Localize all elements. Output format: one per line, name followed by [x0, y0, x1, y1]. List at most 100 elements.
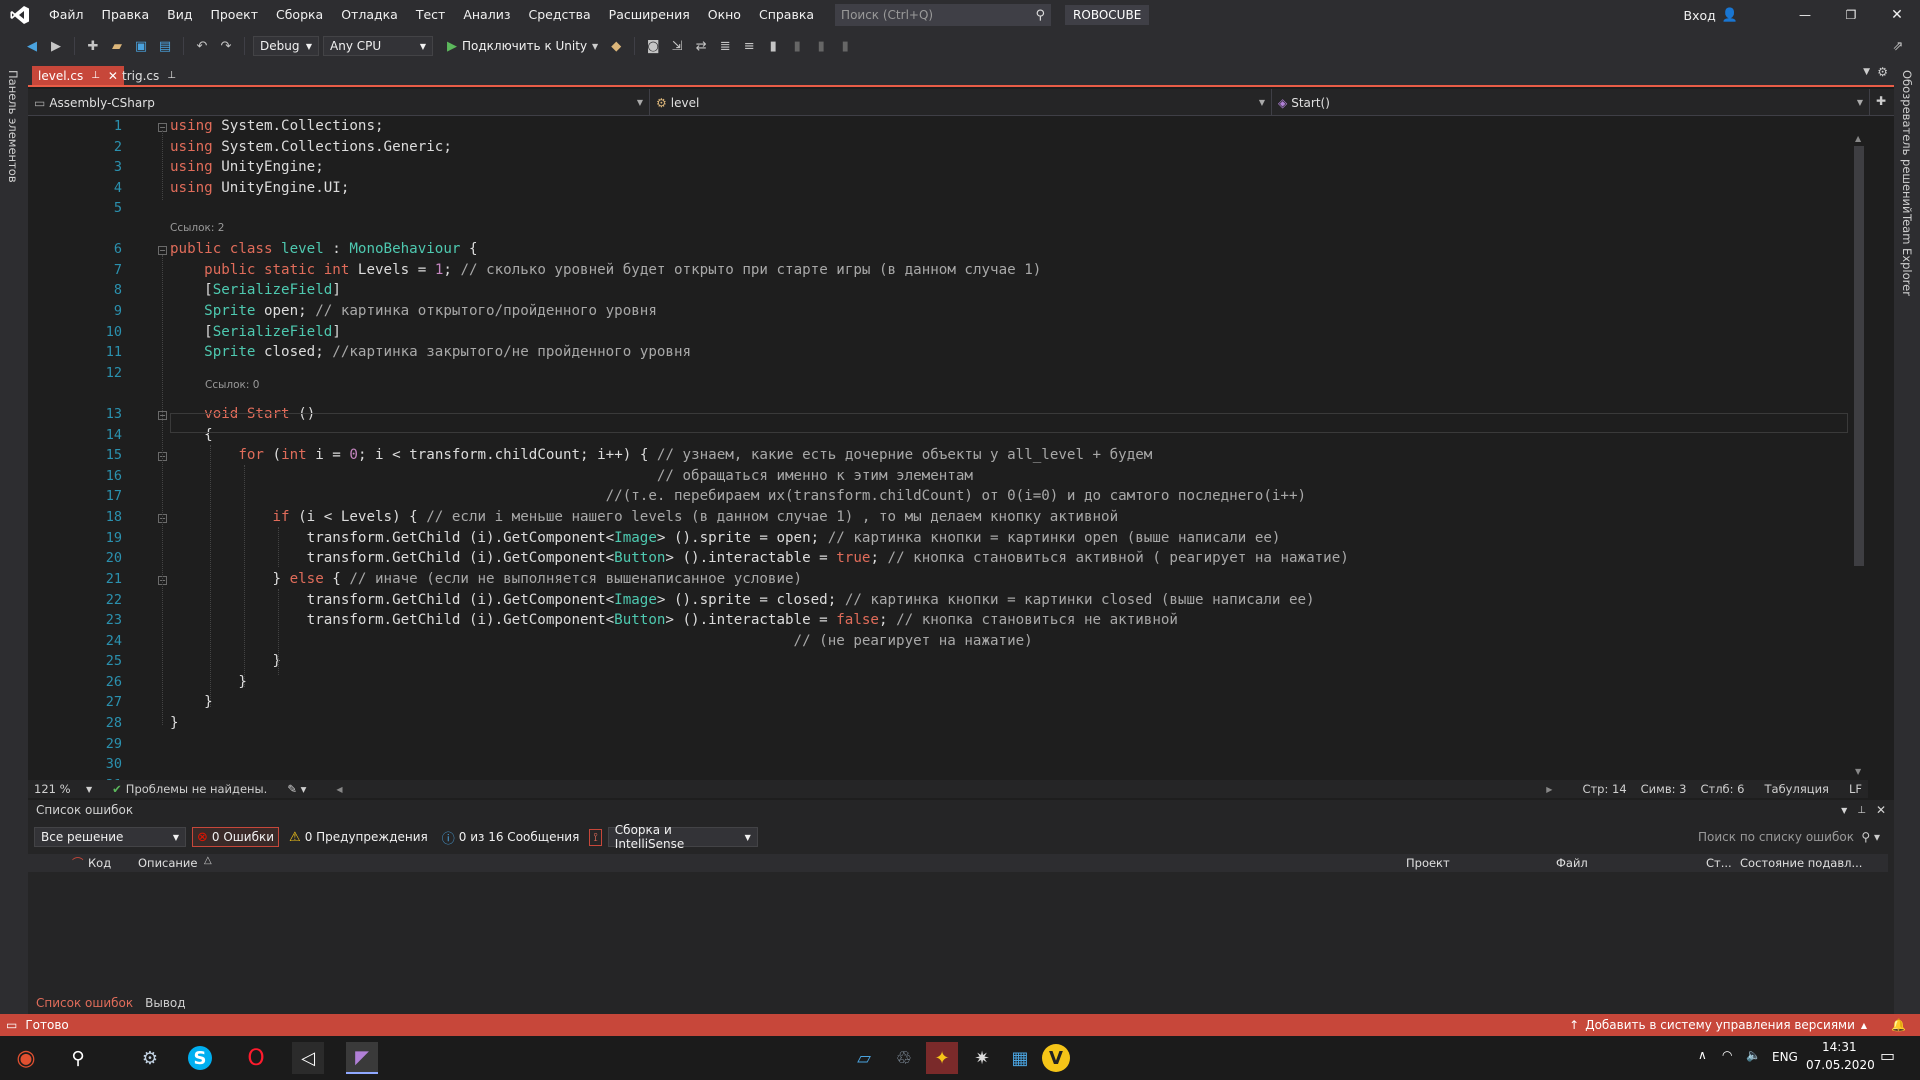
- codelens-references[interactable]: Ссылок: 0: [205, 379, 259, 391]
- code-line[interactable]: Sprite open; // картинка открытого/пройд…: [170, 301, 657, 321]
- volume-icon[interactable]: 🔈: [1746, 1048, 1761, 1062]
- code-line[interactable]: //(т.е. перебираем их(transform.childCou…: [170, 486, 1306, 506]
- brush-icon[interactable]: ✎ ▾: [287, 782, 306, 796]
- code-line[interactable]: transform.GetChild (i).GetComponent<Butt…: [170, 548, 1349, 568]
- menu-edit[interactable]: Правка: [93, 0, 159, 30]
- code-editor[interactable]: 1 2 3 4 5 6 7 8 9 10 11 12 13 14 15 16 17 18 19 20 21 22 23 24 2…: [28, 116, 1868, 780]
- start-button[interactable]: ◉: [10, 1042, 42, 1074]
- tab-output[interactable]: Вывод: [141, 996, 189, 1010]
- code-line[interactable]: }: [170, 672, 247, 692]
- code-line[interactable]: for (int i = 0; i < transform.childCount…: [170, 445, 1152, 465]
- v-app-icon[interactable]: V: [1042, 1044, 1070, 1072]
- menu-extensions[interactable]: Расширения: [600, 0, 699, 30]
- bookmark-icon[interactable]: ▮: [763, 36, 783, 56]
- errors-filter-button[interactable]: ⊗ 0 Ошибки: [192, 827, 280, 847]
- col-file[interactable]: Файл: [1556, 854, 1588, 872]
- vs-logo-icon[interactable]: [0, 0, 40, 30]
- laptop-icon[interactable]: ▱: [848, 1042, 880, 1074]
- code-line[interactable]: // обращаться именно к этим элементам: [170, 466, 973, 486]
- unity-hub-icon[interactable]: ◁: [292, 1042, 324, 1074]
- error-search-input[interactable]: Поиск по списку ошибок ⚲ ▾: [1694, 827, 1884, 847]
- member-dropdown[interactable]: ◈ Start() ▼: [1272, 89, 1870, 116]
- recycle-icon[interactable]: ♲: [888, 1042, 920, 1074]
- tab-error-list[interactable]: Список ошибок: [28, 996, 141, 1010]
- zoom-level[interactable]: 121 %: [28, 782, 86, 796]
- clear-bookmark-icon[interactable]: ▮: [835, 36, 855, 56]
- col-code[interactable]: Код: [88, 854, 111, 872]
- type-dropdown[interactable]: ⚙ level ▼: [650, 89, 1272, 116]
- pin-icon[interactable]: ⊥: [91, 70, 100, 81]
- window-icon[interactable]: ▦: [1004, 1042, 1036, 1074]
- clock-time[interactable]: 14:31: [1822, 1040, 1857, 1054]
- code-line[interactable]: } else { // иначе (если не выполняется в…: [170, 569, 802, 589]
- vertical-scrollbar[interactable]: ▲ ▼: [1850, 116, 1868, 780]
- pin-icon[interactable]: ⊥: [167, 70, 176, 81]
- clock-date[interactable]: 07.05.2020: [1806, 1058, 1875, 1072]
- user-icon[interactable]: 👤: [1722, 8, 1738, 23]
- save-icon[interactable]: ▣: [131, 36, 151, 56]
- fold-toggle-icon[interactable]: −: [158, 246, 167, 255]
- code-line[interactable]: using UnityEngine;: [170, 157, 324, 177]
- search-box[interactable]: Поиск (Ctrl+Q) ⚲: [835, 4, 1052, 26]
- code-line[interactable]: transform.GetChild (i).GetComponent<Imag…: [170, 590, 1315, 610]
- problems-status[interactable]: Проблемы не найдены.: [126, 782, 267, 796]
- gear-icon[interactable]: ⚙: [1877, 65, 1888, 79]
- h-scroll-left-icon[interactable]: ◀: [336, 785, 342, 794]
- close-icon[interactable]: ✕: [1876, 803, 1886, 817]
- col-description[interactable]: Описание: [138, 854, 197, 872]
- code-line[interactable]: [SerializeField]: [170, 280, 341, 300]
- indent-mode[interactable]: Табуляция: [1765, 782, 1829, 796]
- menu-analyze[interactable]: Анализ: [454, 0, 519, 30]
- filter-icon[interactable]: ⟟: [589, 828, 602, 846]
- skype-icon[interactable]: S: [188, 1046, 212, 1070]
- visual-studio-icon[interactable]: ◤: [346, 1042, 378, 1074]
- scroll-up-icon[interactable]: ▲: [1855, 134, 1861, 143]
- signin-link[interactable]: Вход: [1684, 8, 1716, 23]
- attach-unity-button[interactable]: ▶ Подключить к Unity ▼: [443, 39, 602, 54]
- open-folder-icon[interactable]: ▰: [107, 36, 127, 56]
- project-dropdown[interactable]: ▭ Assembly-CSharp ▼: [28, 89, 650, 116]
- language-indicator[interactable]: ENG: [1772, 1050, 1798, 1064]
- code-line[interactable]: }: [170, 651, 281, 671]
- vcs-add-button[interactable]: Добавить в систему управления версиями: [1585, 1018, 1855, 1032]
- code-line[interactable]: // (не реагирует на нажатие): [170, 631, 1033, 651]
- code-line[interactable]: using System.Collections;: [170, 116, 384, 136]
- redo-icon[interactable]: ↷: [216, 36, 236, 56]
- live-share-icon[interactable]: ⇗: [1888, 36, 1908, 56]
- tab-level-cs[interactable]: level.cs ⊥ ✕: [32, 66, 124, 85]
- source-select[interactable]: Сборка и IntelliSense ▼: [607, 823, 758, 851]
- menu-view[interactable]: Вид: [158, 0, 201, 30]
- tab-trig-cs[interactable]: trig.cs ⊥: [116, 66, 182, 85]
- menu-debug[interactable]: Отладка: [332, 0, 407, 30]
- forward-icon[interactable]: ▶: [46, 36, 66, 56]
- col-project[interactable]: Проект: [1406, 854, 1450, 872]
- opera-icon[interactable]: O: [240, 1042, 272, 1074]
- menu-build[interactable]: Сборка: [267, 0, 332, 30]
- h-scroll-right-icon[interactable]: ▶: [1546, 785, 1552, 794]
- game-icon[interactable]: ✦: [926, 1042, 958, 1074]
- back-icon[interactable]: ◀: [22, 36, 42, 56]
- wifi-icon[interactable]: ◠: [1722, 1048, 1732, 1062]
- spider-icon[interactable]: ✷: [966, 1042, 998, 1074]
- config-select[interactable]: Debug ▼: [253, 36, 319, 56]
- indent-icon[interactable]: ≣: [715, 36, 735, 56]
- col-icon[interactable]: ⌒: [72, 854, 84, 872]
- menu-project[interactable]: Проект: [201, 0, 267, 30]
- solution-explorer-tab[interactable]: Обозреватель решений: [1900, 70, 1914, 214]
- step-icon[interactable]: ⇲: [667, 36, 687, 56]
- minimize-button[interactable]: —: [1782, 8, 1828, 22]
- tray-chevron-icon[interactable]: ∧: [1698, 1048, 1707, 1062]
- code-line[interactable]: if (i < Levels) { // если i меньше нашег…: [170, 507, 1119, 527]
- steam-icon[interactable]: ⚙: [134, 1042, 166, 1074]
- search-icon[interactable]: ⚲: [62, 1042, 94, 1074]
- chevron-down-icon[interactable]: ▼: [1841, 806, 1847, 815]
- next-bookmark-icon[interactable]: ▮: [811, 36, 831, 56]
- line-ending[interactable]: LF: [1849, 782, 1862, 796]
- restore-button[interactable]: ❐: [1828, 8, 1874, 22]
- menu-tools[interactable]: Средства: [519, 0, 599, 30]
- menu-window[interactable]: Окно: [699, 0, 750, 30]
- unity-icon[interactable]: ◆: [606, 36, 626, 56]
- bell-icon[interactable]: 🔔: [1891, 1018, 1906, 1032]
- undo-icon[interactable]: ↶: [192, 36, 212, 56]
- code-line[interactable]: using UnityEngine.UI;: [170, 178, 349, 198]
